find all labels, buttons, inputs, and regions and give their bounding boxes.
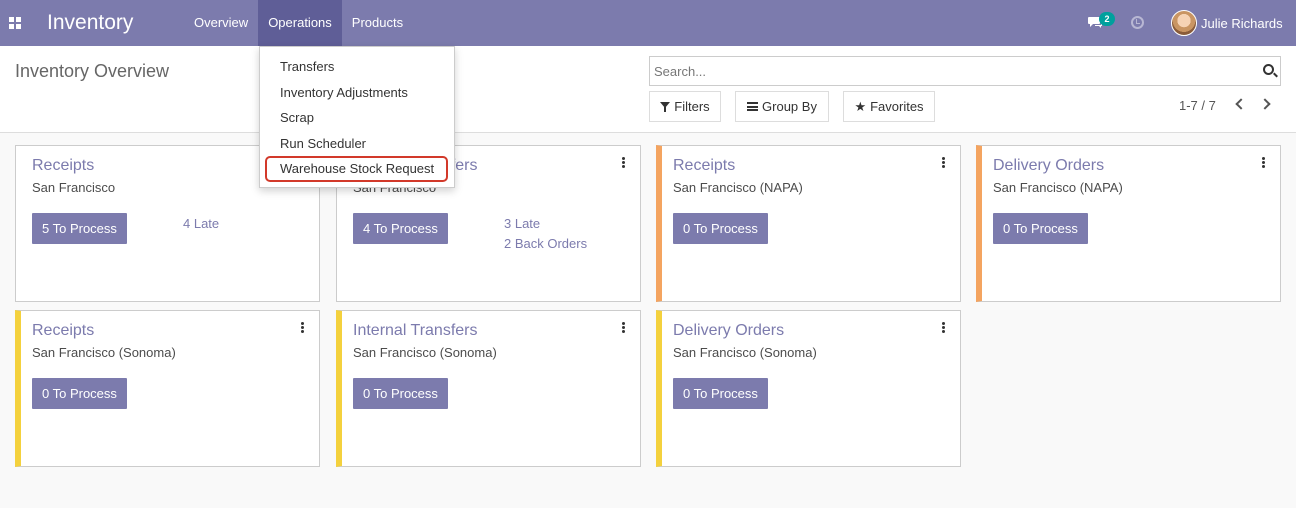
star-icon: ★: [854, 99, 867, 114]
card-warehouse: San Francisco (Sonoma): [673, 345, 817, 360]
pager-previous-icon[interactable]: [1235, 98, 1247, 110]
bars-icon: [747, 102, 759, 111]
kanban-card: Delivery Orders San Francisco (NAPA) 0 T…: [976, 145, 1281, 302]
card-title[interactable]: Internal Transfers: [353, 322, 478, 340]
back-orders-link[interactable]: 2 Back Orders: [504, 236, 587, 251]
filters-label: Filters: [674, 99, 710, 114]
apps-menu-icon[interactable]: [9, 17, 21, 29]
menu-item-run-scheduler[interactable]: Run Scheduler: [280, 136, 366, 151]
to-process-button[interactable]: 4 To Process: [353, 213, 448, 244]
user-avatar[interactable]: [1171, 10, 1197, 36]
card-menu-icon[interactable]: [942, 322, 945, 333]
main-menu: Overview Operations Products: [184, 0, 413, 46]
card-warehouse: San Francisco (Sonoma): [32, 345, 176, 360]
card-title[interactable]: Receipts: [32, 322, 94, 340]
favorites-label: Favorites: [870, 99, 924, 114]
search-icon[interactable]: [1263, 64, 1274, 75]
menu-item-warehouse-stock-request[interactable]: Warehouse Stock Request: [280, 161, 434, 176]
card-menu-icon[interactable]: [301, 322, 304, 333]
group-by-button[interactable]: Group By: [735, 91, 829, 122]
menu-operations[interactable]: Operations: [258, 0, 342, 46]
menu-item-inventory-adjustments[interactable]: Inventory Adjustments: [280, 85, 408, 100]
page-title: Inventory Overview: [15, 61, 170, 81]
user-name[interactable]: Julie Richards: [1201, 16, 1283, 31]
to-process-button[interactable]: 0 To Process: [993, 213, 1088, 244]
menu-overview[interactable]: Overview: [184, 0, 258, 46]
late-link[interactable]: 3 Late: [504, 216, 540, 231]
menu-item-scrap[interactable]: Scrap: [280, 110, 314, 125]
card-warehouse: San Francisco: [32, 180, 116, 195]
favorites-button[interactable]: ★ Favorites: [843, 91, 935, 122]
app-brand[interactable]: Inventory: [47, 11, 133, 35]
filters-button[interactable]: Filters: [649, 91, 721, 122]
menu-item-transfers[interactable]: Transfers: [280, 59, 334, 74]
chat-count-badge: 2: [1099, 12, 1115, 26]
kanban-card: Receipts San Francisco (Sonoma) 0 To Pro…: [15, 310, 320, 467]
card-title[interactable]: Receipts: [32, 157, 94, 175]
card-warehouse: San Francisco (NAPA): [993, 180, 1123, 195]
kanban-card: Delivery Orders San Francisco (Sonoma) 0…: [656, 310, 961, 467]
group-by-label: Group By: [762, 99, 817, 114]
to-process-button[interactable]: 5 To Process: [32, 213, 127, 244]
activity-clock-icon[interactable]: [1131, 16, 1144, 29]
card-title[interactable]: Receipts: [673, 157, 735, 175]
kanban-card: Internal Transfers San Francisco (Sonoma…: [336, 310, 641, 467]
card-title[interactable]: Delivery Orders: [673, 322, 784, 340]
card-warehouse: San Francisco (NAPA): [673, 180, 803, 195]
to-process-button[interactable]: 0 To Process: [353, 378, 448, 409]
card-menu-icon[interactable]: [942, 157, 945, 168]
to-process-button[interactable]: 0 To Process: [673, 378, 768, 409]
card-title[interactable]: Delivery Orders: [993, 157, 1104, 175]
filter-icon: [660, 101, 671, 112]
menu-products[interactable]: Products: [342, 0, 413, 46]
control-panel: Inventory Overview Filters Group By ★ Fa…: [0, 46, 1296, 133]
card-menu-icon[interactable]: [622, 157, 625, 168]
top-navbar: Inventory Overview Operations Products 2…: [0, 0, 1296, 46]
pager-value[interactable]: 1-7 / 7: [1179, 98, 1216, 113]
card-menu-icon[interactable]: [1262, 157, 1265, 168]
to-process-button[interactable]: 0 To Process: [673, 213, 768, 244]
search-input[interactable]: [654, 61, 1244, 81]
pager-next-icon[interactable]: [1259, 98, 1271, 110]
kanban-card: Receipts San Francisco (NAPA) 0 To Proce…: [656, 145, 961, 302]
search-box: [649, 56, 1281, 86]
operations-dropdown-menu: Transfers Inventory Adjustments Scrap Ru…: [259, 46, 455, 188]
to-process-button[interactable]: 0 To Process: [32, 378, 127, 409]
late-link[interactable]: 4 Late: [183, 216, 219, 231]
card-warehouse: San Francisco (Sonoma): [353, 345, 497, 360]
card-menu-icon[interactable]: [622, 322, 625, 333]
